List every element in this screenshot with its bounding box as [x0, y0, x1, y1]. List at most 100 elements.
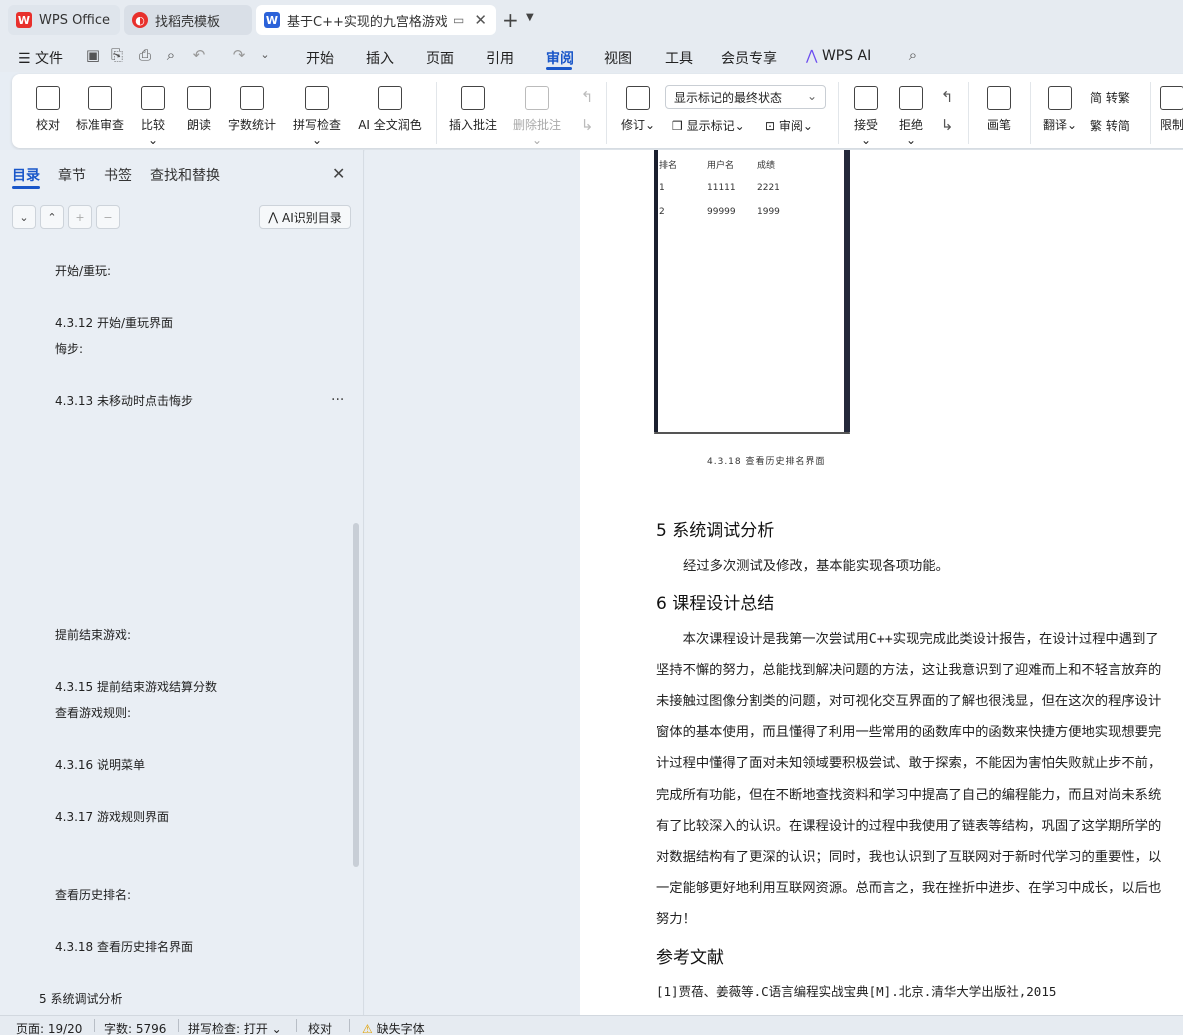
demote-heading-button[interactable]: −	[96, 205, 120, 229]
close-icon[interactable]: ✕	[332, 164, 345, 183]
missing-font-status[interactable]: ⚠ 缺失字体	[362, 1020, 425, 1035]
track-changes-button[interactable]: 修订⌄	[620, 86, 656, 133]
chevron-down-icon: ⌄	[267, 1022, 282, 1035]
chevron-down-icon[interactable]: ⌄	[256, 46, 274, 64]
show-markup-dropdown[interactable]: ❒ 显示标记⌄	[672, 117, 745, 134]
toc-item[interactable]: 查看游戏规则:	[55, 704, 131, 721]
proofread-status[interactable]: 校对	[308, 1020, 332, 1035]
toc-item[interactable]: 提前结束游戏:	[55, 626, 131, 643]
toc-item[interactable]: 4.3.16 说明菜单	[55, 756, 145, 773]
spell-check-status[interactable]: 拼写检查: 打开 ⌄	[188, 1020, 282, 1035]
menu-member[interactable]: 会员专享	[721, 48, 777, 68]
pen-button[interactable]: 画笔	[985, 86, 1013, 133]
menu-start[interactable]: 开始	[306, 48, 334, 68]
previous-comment-icon[interactable]: ↰	[578, 88, 596, 106]
accept-label: 接受	[853, 118, 878, 132]
wps-ai-menu[interactable]: ⋀ WPS AI	[806, 48, 871, 64]
paragraph-line: 有了比较深入的认识。在课程设计的过程中我使用了链表等结构，巩固了这学期所学的	[656, 819, 1162, 834]
wps-logo-icon: W	[16, 12, 32, 28]
table-cell: 2221	[757, 183, 780, 193]
close-tab-icon[interactable]: ✕	[474, 11, 487, 29]
spell-check-button[interactable]: 拼写检查⌄	[288, 86, 346, 147]
print-icon[interactable]: ⎙	[136, 46, 154, 64]
previous-change-icon[interactable]: ↰	[938, 88, 956, 106]
nav-scrollbar[interactable]	[353, 523, 359, 867]
collapse-all-button[interactable]: ⌃	[40, 205, 64, 229]
more-options-icon[interactable]: ···	[331, 392, 344, 408]
tab-docer-templates[interactable]: ◐ 找稻壳模板	[124, 5, 252, 35]
toc-item[interactable]: 4.3.12 开始/重玩界面	[55, 314, 173, 331]
delete-comment-button[interactable]: 删除批注⌄	[508, 86, 566, 147]
nav-tab-chapters[interactable]: 章节	[58, 165, 86, 185]
review-pane-dropdown[interactable]: ⊡ 审阅⌄	[765, 117, 813, 134]
expand-all-button[interactable]: ⌄	[12, 205, 36, 229]
chevron-down-icon: ⌄	[147, 133, 159, 147]
chevron-down-icon: ⌄	[531, 133, 543, 147]
to-simplified-button[interactable]: 繁 转简	[1090, 117, 1130, 134]
export-pdf-icon[interactable]: ⎘	[108, 46, 126, 64]
compare-icon	[141, 86, 165, 110]
accept-button[interactable]: 接受⌄	[849, 86, 883, 147]
tab-current-document[interactable]: W 基于C++实现的九宫格游戏 设 ▭ ✕	[256, 5, 496, 35]
nav-tab-find-replace[interactable]: 查找和替换	[150, 165, 220, 185]
toc-item[interactable]: 悔步:	[55, 340, 83, 357]
missing-font-label: 缺失字体	[376, 1022, 425, 1035]
active-tab-indicator	[12, 186, 40, 189]
restrict-editing-button[interactable]: 限制	[1160, 86, 1183, 133]
menu-insert[interactable]: 插入	[366, 48, 394, 68]
menu-tools[interactable]: 工具	[665, 48, 693, 68]
delete-comment-icon	[525, 86, 549, 110]
hamburger-icon: ☰	[18, 51, 31, 67]
print-preview-icon[interactable]: ⌕	[162, 46, 180, 64]
ai-polish-button[interactable]: AI 全文润色	[357, 86, 423, 133]
nav-tab-bookmarks[interactable]: 书签	[104, 165, 132, 185]
document-review-icon	[88, 86, 112, 110]
status-separator	[349, 1019, 350, 1032]
pen-label: 画笔	[986, 118, 1011, 132]
toc-item[interactable]: 开始/重玩:	[55, 262, 111, 279]
word-count-button[interactable]: 字数统计	[227, 86, 277, 133]
menu-references[interactable]: 引用	[486, 48, 514, 68]
toc-item[interactable]: 4.3.13 未移动时点击悔步	[55, 392, 193, 409]
ai-toc-button[interactable]: ⋀ AI识别目录	[259, 205, 351, 229]
proofread-button[interactable]: 校对	[34, 86, 62, 133]
toc-item[interactable]: 4.3.15 提前结束游戏结算分数	[55, 678, 217, 695]
page-indicator[interactable]: 页面: 19/20	[16, 1020, 82, 1035]
to-traditional-button[interactable]: 简 转繁	[1090, 89, 1130, 106]
read-aloud-button[interactable]: 朗读	[186, 86, 212, 133]
markup-display-select[interactable]: 显示标记的最终状态 ⌄	[665, 85, 826, 109]
toc-item[interactable]: 4.3.18 查看历史排名界面	[55, 938, 193, 955]
toc-item[interactable]: 5 系统调试分析	[39, 990, 122, 1007]
tab-wps-office[interactable]: W WPS Office	[8, 5, 120, 35]
chevron-down-icon[interactable]: ▼	[526, 12, 534, 23]
file-menu[interactable]: ☰ 文件	[18, 48, 63, 68]
save-icon[interactable]: ▣	[84, 46, 102, 64]
next-change-icon[interactable]: ↳	[938, 116, 956, 134]
monitor-icon[interactable]: ▭	[453, 13, 464, 27]
tab-label: 基于C++实现的九宫格游戏 设	[287, 14, 447, 30]
translate-button[interactable]: 翻译⌄	[1042, 86, 1078, 133]
toc-item[interactable]: 4.3.17 游戏规则界面	[55, 808, 169, 825]
toc-item[interactable]: 查看历史排名:	[55, 886, 131, 903]
standard-review-button[interactable]: 标准审查	[76, 86, 124, 133]
search-icon[interactable]: ⌕	[904, 46, 922, 64]
reject-label: 拒绝	[898, 118, 923, 132]
menu-review[interactable]: 审阅	[546, 48, 574, 68]
undo-icon[interactable]: ↶	[190, 46, 208, 64]
reject-button[interactable]: 拒绝⌄	[894, 86, 928, 147]
redo-icon[interactable]: ↷	[230, 46, 248, 64]
chevron-down-icon: ⌄	[806, 89, 817, 103]
track-changes-icon	[626, 86, 650, 110]
promote-heading-button[interactable]: +	[68, 205, 92, 229]
insert-comment-button[interactable]: 插入批注	[449, 86, 497, 133]
menu-view[interactable]: 视图	[604, 48, 632, 68]
table-cell: 1999	[757, 207, 780, 217]
menu-page[interactable]: 页面	[426, 48, 454, 68]
compare-button[interactable]: 比较⌄	[136, 86, 170, 147]
paragraph-line: 计过程中懂得了面对未知领域要积极尝试、敢于探索，不能因为害怕失败就止步不前，	[656, 756, 1162, 771]
next-comment-icon[interactable]: ↳	[578, 116, 596, 134]
word-count-indicator[interactable]: 字数: 5796	[104, 1020, 166, 1035]
nav-tab-toc[interactable]: 目录	[12, 165, 40, 185]
new-tab-icon[interactable]: +	[502, 8, 519, 32]
figure-caption: 4.3.18 查看历史排名界面	[707, 457, 826, 467]
